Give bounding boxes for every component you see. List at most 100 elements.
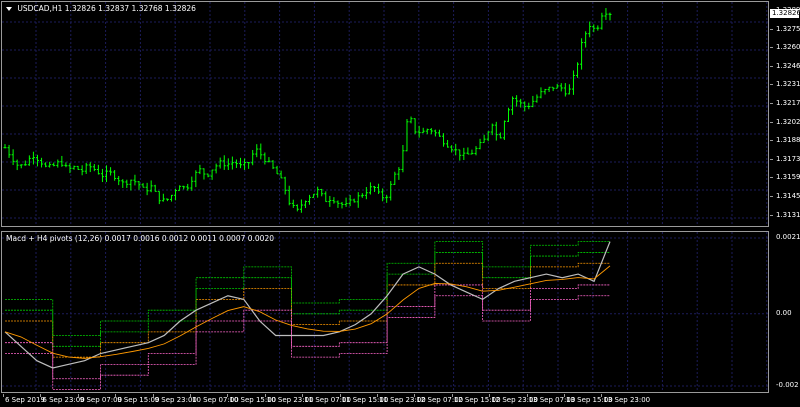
price-tick-label: 1.32170 <box>776 99 800 107</box>
ohlc-bar <box>608 12 612 21</box>
ohlc-bar <box>385 194 389 203</box>
ohlc-bar <box>324 191 328 203</box>
ohlc-bar <box>243 158 247 170</box>
ohlc-bar <box>165 198 169 202</box>
price-tick-mark <box>770 214 773 216</box>
ohlc-bar <box>372 185 376 192</box>
ohlc-bar <box>340 201 344 209</box>
ohlc-bar <box>567 84 571 95</box>
ohlc-bar <box>446 139 450 148</box>
ohlc-bar <box>230 156 234 170</box>
price-tick-mark <box>770 103 773 104</box>
ohlc-bar <box>482 134 486 144</box>
ohlc-bar <box>129 179 133 191</box>
ohlc-bar <box>7 144 11 158</box>
macd-indicator-canvas[interactable] <box>2 232 768 392</box>
ohlc-bar <box>454 143 458 156</box>
ohlc-bar <box>259 143 263 160</box>
ohlc-bar <box>401 144 405 173</box>
ohlc-bar <box>405 119 409 152</box>
ohlc-bar <box>547 86 551 93</box>
ohlc-bar <box>19 164 23 169</box>
time-tick-mark <box>264 394 266 397</box>
ohlc-bar <box>80 165 84 176</box>
ohlc-bar <box>239 157 243 169</box>
time-tick-label: 6 Sep 23:00 <box>42 396 85 404</box>
ohlc-bar <box>88 162 92 173</box>
ohlc-bar <box>202 168 206 180</box>
price-tick-mark <box>770 140 773 142</box>
pivot-step-line <box>5 284 610 380</box>
ohlc-bar <box>458 149 462 161</box>
ohlc-bar <box>576 62 580 78</box>
time-tick-mark <box>3 394 4 397</box>
time-tick-mark <box>40 394 42 397</box>
indicator-title: Macd + H4 pivots (12,26) 0.0017 0.0016 0… <box>6 234 274 243</box>
ohlc-bar <box>255 144 259 158</box>
ohlc-bar <box>344 197 348 207</box>
ohlc-bar <box>360 193 364 198</box>
ohlc-bar <box>15 159 19 171</box>
ohlc-bar <box>271 160 275 170</box>
ohlc-bar <box>409 116 413 124</box>
price-chart-canvas[interactable] <box>2 2 768 226</box>
time-tick-mark <box>190 394 191 397</box>
price-tick-mark <box>770 196 773 197</box>
time-tick-label: 9 Sep 07:00 <box>79 396 123 404</box>
chart-menu-arrow-icon[interactable] <box>6 7 12 11</box>
ohlc-bar <box>498 132 502 139</box>
ohlc-bar <box>502 120 506 140</box>
price-tick-label: 1.31450 <box>776 192 800 200</box>
ohlc-bar <box>35 154 39 167</box>
ohlc-bar <box>332 197 336 204</box>
time-tick-mark <box>115 394 117 397</box>
ohlc-bar <box>218 157 222 169</box>
ohlc-bar <box>198 164 202 175</box>
ohlc-bar <box>580 38 584 70</box>
ohlc-bar <box>450 145 454 153</box>
ohlc-bar <box>40 157 44 168</box>
ohlc-bar <box>600 12 604 30</box>
time-tick-mark <box>77 394 79 397</box>
time-tick-label: 9 Sep 15:00 <box>117 396 160 404</box>
ohlc-bar <box>539 87 543 99</box>
ohlc-bar <box>109 167 113 176</box>
ohlc-bar <box>596 25 600 31</box>
ohlc-bar <box>299 199 303 213</box>
ohlc-bar <box>377 183 381 195</box>
time-axis[interactable]: 6 Sep 2019 6 Sep 23:00 9 Sep 07:00 9 Sep 15… <box>1 394 769 407</box>
indicator-tick-label: 0.0021 <box>776 233 800 241</box>
price-tick-label: 1.31735 <box>776 154 800 163</box>
ohlc-bar <box>588 21 592 38</box>
price-tick-label: 1.32460 <box>776 61 800 70</box>
ohlc-bar <box>190 176 194 191</box>
ohlc-bar <box>100 168 104 183</box>
indicator-tick-label: -0.002 <box>776 381 799 389</box>
price-axis[interactable]: 1.328951.327501.326051.324601.323151.321… <box>770 1 800 227</box>
ohlc-bar <box>559 83 563 92</box>
ohlc-bar <box>251 149 255 166</box>
ohlc-bar <box>64 162 68 168</box>
indicator-axis[interactable]: 0.0021 0.00 -0.002 <box>770 231 800 393</box>
chart-title-text: USDCAD,H1 1.32826 1.32837 1.32768 1.3282… <box>17 4 196 13</box>
ohlc-bar <box>364 187 368 200</box>
ohlc-bar <box>295 204 299 212</box>
price-chart-pane[interactable]: USDCAD,H1 1.32826 1.32837 1.32768 1.3282… <box>1 1 769 227</box>
ohlc-bar <box>604 8 608 20</box>
ohlc-bar <box>535 94 539 103</box>
ohlc-bar <box>222 155 226 170</box>
price-tick-label: 1.32025 <box>776 117 800 126</box>
time-tick-mark <box>564 394 565 397</box>
price-tick-label: 1.32750 <box>776 24 800 33</box>
time-tick-mark <box>377 394 378 397</box>
price-tick-mark <box>770 84 773 86</box>
macd-indicator-pane[interactable]: Macd + H4 pivots (12,26) 0.0017 0.0016 0… <box>1 231 769 393</box>
ohlc-bar <box>413 118 417 135</box>
ohlc-bar <box>84 162 88 174</box>
price-tick-mark <box>770 65 773 67</box>
time-tick-mark <box>526 394 528 397</box>
ohlc-bar <box>169 194 173 202</box>
price-tick-mark <box>770 158 773 160</box>
ohlc-bar <box>125 179 129 188</box>
ohlc-bar <box>352 198 356 203</box>
